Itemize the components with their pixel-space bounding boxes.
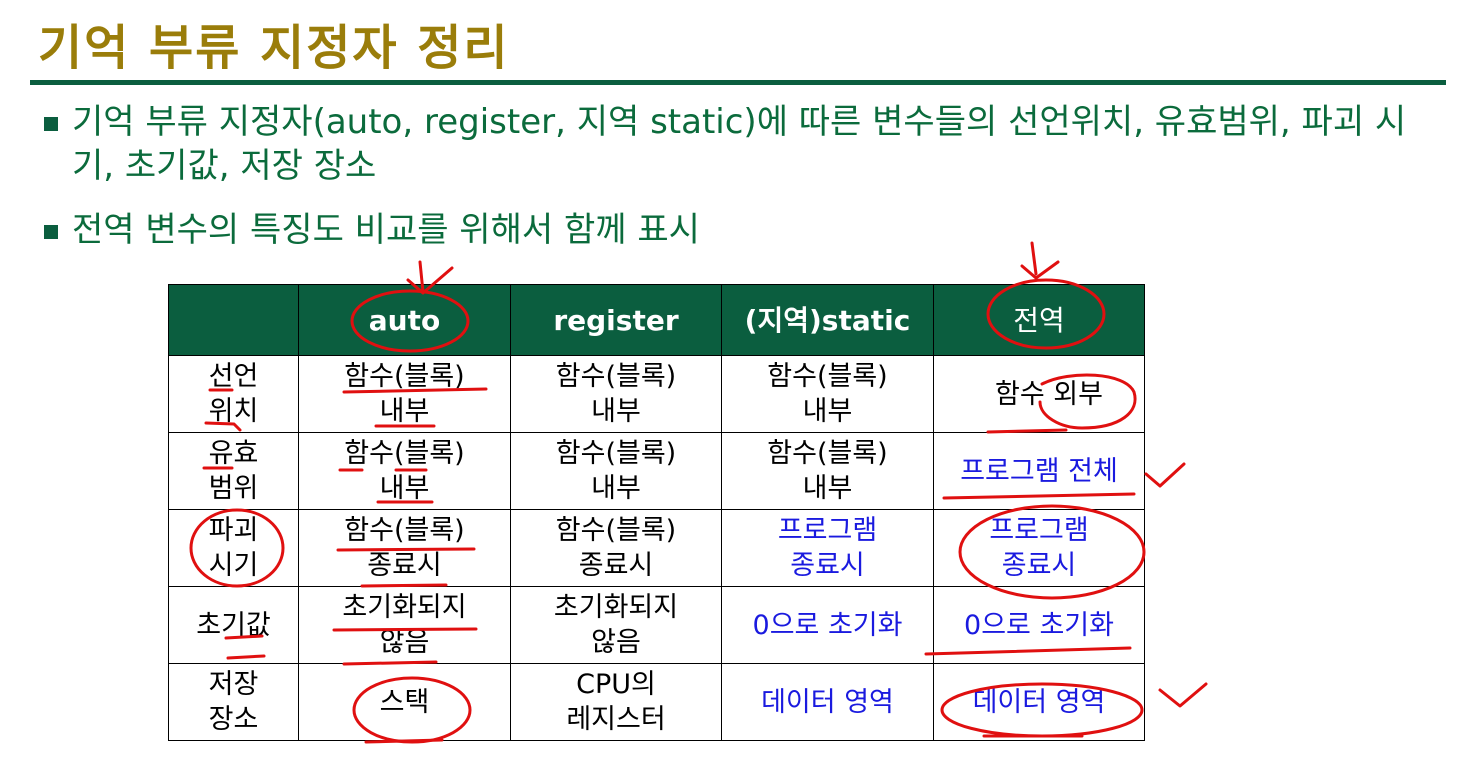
row-label: 초기값 xyxy=(168,586,299,664)
bullet-text: 기억 부류 지정자(auto, register, 지역 static)에 따른… xyxy=(72,102,1407,186)
slide-title: 기억 부류 지정자 정리 xyxy=(38,20,510,76)
row-label: 선언 위치 xyxy=(168,355,299,433)
row-label: 파괴 시기 xyxy=(168,509,299,587)
table-row: 저장 장소 스택 CPU의 레지스터 데이터 영역 데이터 영역 xyxy=(168,663,1145,741)
row-label: 유효 범위 xyxy=(168,432,299,510)
table-cell: 초기화되지 않음 xyxy=(298,586,511,664)
header-cell-auto: auto xyxy=(298,284,511,356)
table-cell: 함수(블록) 내부 xyxy=(510,432,722,510)
table-cell: 함수(블록) 종료시 xyxy=(298,509,511,587)
table-cell: 함수(블록) 내부 xyxy=(298,355,511,433)
table-cell: 데이터 영역 xyxy=(933,663,1145,741)
table-cell: 데이터 영역 xyxy=(721,663,934,741)
table-cell: 프로그램 종료시 xyxy=(933,509,1145,587)
bullet-item: 기억 부류 지정자(auto, register, 지역 static)에 따른… xyxy=(44,100,1442,188)
table-cell: 프로그램 종료시 xyxy=(721,509,934,587)
bullet-item: 전역 변수의 특징도 비교를 위해서 함께 표시 xyxy=(44,208,1442,252)
table-row: 초기값 초기화되지 않음 초기화되지 않음 0으로 초기화 0으로 초기화 xyxy=(168,586,1145,664)
table-cell: 함수(블록) 종료시 xyxy=(510,509,722,587)
table-row: 선언 위치 함수(블록) 내부 함수(블록) 내부 함수(블록) 내부 함수 외부 xyxy=(168,355,1145,433)
bullet-square-icon xyxy=(44,117,58,131)
table-cell: 함수(블록) 내부 xyxy=(298,432,511,510)
storage-class-table: auto register (지역)static 전역 선언 위치 함수(블록) 내… xyxy=(168,284,1145,741)
header-cell-register: register xyxy=(510,284,722,356)
table-header-row: auto register (지역)static 전역 xyxy=(168,284,1145,356)
check-mark xyxy=(1144,462,1186,488)
bullet-text: 전역 변수의 특징도 비교를 위해서 함께 표시 xyxy=(72,210,700,250)
table-cell: 프로그램 전체 xyxy=(933,432,1145,510)
table-cell: 함수(블록) 내부 xyxy=(721,355,934,433)
table-cell: 0으로 초기화 xyxy=(933,586,1145,664)
bullet-square-icon xyxy=(44,225,58,239)
table-cell: CPU의 레지스터 xyxy=(510,663,722,741)
table-cell: 스택 xyxy=(298,663,511,741)
table-row: 유효 범위 함수(블록) 내부 함수(블록) 내부 함수(블록) 내부 프로그램 전체 xyxy=(168,432,1145,510)
row-label: 저장 장소 xyxy=(168,663,299,741)
table-row: 파괴 시기 함수(블록) 종료시 함수(블록) 종료시 프로그램 종료시 프로그램 종료시 xyxy=(168,509,1145,587)
table-cell: 0으로 초기화 xyxy=(721,586,934,664)
header-cell-empty xyxy=(168,284,299,356)
title-divider xyxy=(30,80,1446,85)
check-mark xyxy=(1158,682,1208,708)
header-cell-static: (지역)static xyxy=(721,284,934,356)
table-cell: 함수(블록) 내부 xyxy=(510,355,722,433)
table-cell: 초기화되지 않음 xyxy=(510,586,722,664)
header-cell-global: 전역 xyxy=(933,284,1145,356)
table-cell: 함수 외부 xyxy=(933,355,1145,433)
table-cell: 함수(블록) 내부 xyxy=(721,432,934,510)
